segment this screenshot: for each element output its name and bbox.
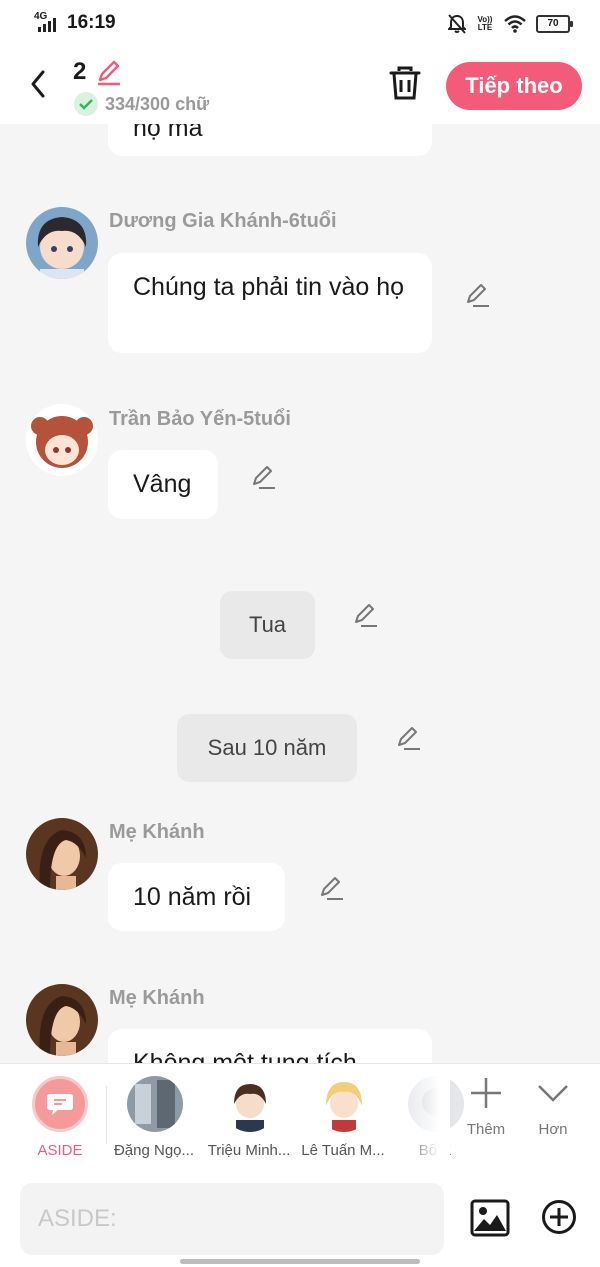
edit-message-pencil-icon[interactable]	[249, 464, 277, 492]
more-label: Hơn	[538, 1121, 568, 1138]
word-count: 334/300 chữ	[105, 93, 210, 114]
character-label: Triệu Minh...	[207, 1142, 291, 1159]
plus-icon	[471, 1078, 501, 1108]
message-text: 10 năm rồi	[133, 883, 252, 911]
speech-bubble-icon	[47, 1094, 73, 1115]
narration-bubble[interactable]: Sau 10 năm	[177, 714, 357, 782]
add-label: Thêm	[466, 1121, 506, 1138]
message-bubble[interactable]: Không một tung tích	[108, 1029, 432, 1064]
message-text: Không một tung tích	[133, 1049, 357, 1064]
check-icon	[74, 92, 98, 116]
character-name: Mẹ Khánh	[109, 987, 205, 1009]
avatar[interactable]	[26, 984, 98, 1056]
edit-message-pencil-icon[interactable]	[351, 602, 379, 630]
character-label: Đặng Ngọ...	[113, 1142, 195, 1159]
editor-header: 2 334/300 chữ Tiếp theo	[0, 48, 600, 124]
signal-icon	[38, 18, 56, 32]
narration-text: Tua	[248, 612, 287, 637]
message-input[interactable]	[20, 1183, 444, 1255]
chat-area[interactable]: họ mà Dương Gia Khánh-6tuổi Chúng ta phả…	[0, 124, 600, 1064]
status-icons: Vo)) LTE 70	[448, 12, 573, 36]
character-name: Dương Gia Khánh-6tuổi	[109, 210, 337, 232]
trash-icon[interactable]	[388, 66, 422, 102]
composer	[0, 1171, 600, 1267]
message-bubble[interactable]: họ mà	[108, 124, 432, 156]
character-label: ASIDE	[37, 1142, 83, 1159]
edit-message-pencil-icon[interactable]	[317, 875, 345, 903]
edit-title-pencil-icon[interactable]	[94, 58, 122, 86]
character-label: Lê Tuấn M...	[301, 1142, 385, 1159]
message-bubble[interactable]: 10 năm rồi	[108, 863, 285, 931]
avatar	[127, 1076, 183, 1132]
character-selector: ASIDE Đặng Ngọ... Triệu Minh... Lê Tuấn …	[0, 1063, 600, 1172]
avatar	[222, 1076, 278, 1132]
aside-avatar[interactable]	[32, 1076, 88, 1132]
add-circle-icon[interactable]	[541, 1199, 577, 1235]
battery-icon: 70	[536, 15, 573, 33]
status-bar: 4G 16:19 Vo)) LTE 70	[0, 0, 600, 48]
message-text: họ mà	[133, 124, 203, 142]
volte-icon: Vo)) LTE	[477, 15, 493, 32]
avatar[interactable]	[26, 207, 98, 279]
home-indicator[interactable]	[180, 1259, 420, 1264]
more-characters-button[interactable]: Hơn	[523, 1076, 583, 1138]
add-character-button[interactable]: Thêm	[456, 1076, 516, 1138]
next-button[interactable]: Tiếp theo	[446, 62, 582, 110]
avatar[interactable]	[26, 404, 98, 476]
battery-level: 70	[547, 18, 559, 29]
message-text: Vâng	[133, 470, 192, 498]
edit-message-pencil-icon[interactable]	[463, 282, 491, 310]
back-button[interactable]	[24, 66, 52, 102]
clock: 16:19	[67, 12, 116, 33]
image-icon[interactable]	[470, 1199, 510, 1237]
message-bubble[interactable]: Chúng ta phải tin vào họ	[108, 253, 432, 353]
character-name: Mẹ Khánh	[109, 821, 205, 843]
message-text: Chúng ta phải tin vào họ	[133, 273, 405, 301]
character-option[interactable]: Triệu Minh...	[204, 1064, 294, 1172]
scroll-fade	[400, 1064, 450, 1172]
message-bubble[interactable]: Vâng	[108, 450, 218, 519]
narration-bubble[interactable]: Tua	[220, 591, 315, 659]
character-option[interactable]: Đặng Ngọ...	[109, 1064, 199, 1172]
avatar	[316, 1076, 372, 1132]
divider	[106, 1086, 107, 1144]
chevron-down-icon	[538, 1085, 568, 1102]
narration-text: Sau 10 năm	[207, 735, 327, 760]
word-count-row: 334/300 chữ	[74, 92, 209, 116]
avatar[interactable]	[26, 818, 98, 890]
edit-message-pencil-icon[interactable]	[394, 725, 422, 753]
wifi-icon	[504, 15, 526, 33]
character-option[interactable]: Lê Tuấn M...	[298, 1064, 388, 1172]
character-name: Trần Bảo Yến-5tuổi	[109, 408, 291, 430]
mute-notification-icon	[448, 14, 466, 34]
episode-number[interactable]: 2	[73, 58, 86, 86]
